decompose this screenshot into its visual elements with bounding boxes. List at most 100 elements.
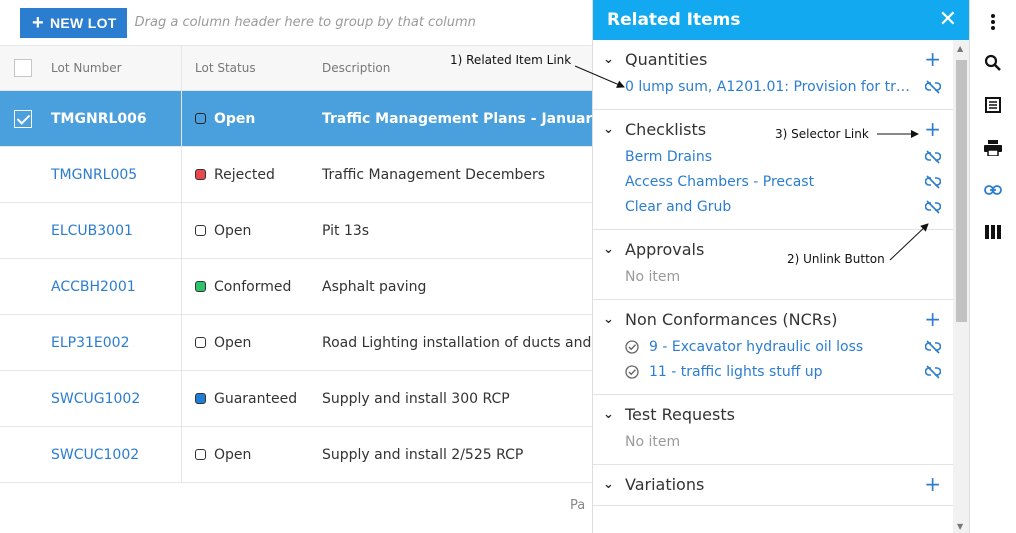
no-item-text: No item bbox=[625, 433, 681, 450]
section-header[interactable]: ⌄ Test Requests bbox=[593, 403, 953, 425]
description-cell: Pit 13s bbox=[322, 222, 370, 239]
table-row[interactable]: TMGNRL006 Open Traffic Management Plans - … bbox=[0, 91, 592, 147]
lot-status-cell: Open bbox=[181, 91, 309, 146]
section-variations: ⌄ Variations + bbox=[593, 465, 953, 506]
add-icon[interactable]: + bbox=[924, 49, 941, 69]
description-cell: Asphalt paving bbox=[322, 278, 427, 295]
status-indicator-icon bbox=[195, 393, 206, 404]
chevron-down-icon[interactable]: ⌄ bbox=[603, 122, 621, 137]
lot-status-cell: Conformed bbox=[181, 259, 309, 314]
status-indicator-icon bbox=[195, 225, 206, 236]
app-root: + NEW LOT Drag a column header here to g… bbox=[0, 0, 1016, 533]
new-lot-button[interactable]: + NEW LOT bbox=[20, 7, 127, 38]
lot-number-link[interactable]: SWCUC1002 bbox=[46, 447, 181, 463]
table-row[interactable]: TMGNRL005 Rejected Traffic Management Dece… bbox=[0, 147, 592, 203]
close-icon[interactable]: ✕ bbox=[939, 9, 957, 31]
lots-grid: Lot Number Lot Status Description TMGNRL… bbox=[0, 46, 592, 483]
lot-number-link[interactable]: TMGNRL006 bbox=[46, 111, 181, 127]
section-header[interactable]: ⌄ Approvals bbox=[593, 238, 953, 260]
chevron-down-icon[interactable]: ⌄ bbox=[603, 242, 621, 257]
unlink-icon[interactable] bbox=[925, 174, 941, 189]
chevron-down-icon[interactable]: ⌄ bbox=[603, 407, 621, 422]
list-view-icon[interactable] bbox=[983, 95, 1003, 115]
add-icon[interactable]: + bbox=[924, 119, 941, 139]
unlink-icon[interactable] bbox=[925, 199, 941, 214]
column-header-lot-number[interactable]: Lot Number bbox=[46, 46, 181, 90]
lot-number-link[interactable]: ACCBH2001 bbox=[46, 279, 181, 295]
list-item: Clear and Grub bbox=[593, 194, 953, 219]
table-row[interactable]: ELP31E002 Open Road Lighting installation … bbox=[0, 315, 592, 371]
related-items-panel: Related Items ✕ ⌄ Quantities +0 lump sum, … bbox=[592, 0, 970, 533]
lot-status-cell: Open bbox=[181, 427, 309, 482]
list-item: 0 lump sum, A1201.01: Provision for traf… bbox=[593, 74, 953, 99]
columns-icon[interactable] bbox=[983, 222, 1003, 242]
section-title: Test Requests bbox=[625, 404, 735, 424]
lot-status-text: Conformed bbox=[214, 278, 292, 295]
unlink-icon[interactable] bbox=[925, 364, 941, 379]
status-indicator-icon bbox=[195, 337, 206, 348]
related-item-link[interactable]: 11 - traffic lights stuff up bbox=[649, 364, 925, 380]
scroll-down-icon[interactable]: ▼ bbox=[957, 522, 963, 531]
lot-status-cell: Open bbox=[181, 315, 309, 370]
scroll-up-icon[interactable]: ▲ bbox=[957, 44, 963, 53]
table-row[interactable]: ACCBH2001 Conformed Asphalt paving bbox=[0, 259, 592, 315]
status-indicator-icon bbox=[195, 169, 206, 180]
add-icon[interactable]: + bbox=[924, 474, 941, 494]
select-all-checkbox[interactable] bbox=[14, 59, 32, 77]
link-icon[interactable] bbox=[983, 180, 1003, 200]
lot-number-link[interactable]: TMGNRL005 bbox=[46, 167, 181, 183]
chevron-down-icon[interactable]: ⌄ bbox=[603, 312, 621, 327]
unlink-icon[interactable] bbox=[925, 339, 941, 354]
lot-number-link[interactable]: ELP31E002 bbox=[46, 335, 181, 351]
lot-number-link[interactable]: SWCUG1002 bbox=[46, 391, 181, 407]
list-item: Berm Drains bbox=[593, 144, 953, 169]
lot-status-text: Open bbox=[214, 110, 256, 127]
lot-status-text: Open bbox=[214, 334, 252, 351]
section-title: Approvals bbox=[625, 239, 705, 259]
description-cell: Traffic Management Plans - January bbox=[322, 110, 592, 127]
column-header-lot-status[interactable]: Lot Status bbox=[181, 46, 309, 90]
check-circle-icon bbox=[625, 339, 639, 354]
related-item-link[interactable]: 0 lump sum, A1201.01: Provision for traf… bbox=[625, 79, 925, 95]
related-item-link[interactable]: 9 - Excavator hydraulic oil loss bbox=[649, 339, 925, 355]
group-by-drop-zone[interactable]: Drag a column header here to group by th… bbox=[135, 15, 476, 30]
scroll-thumb[interactable] bbox=[956, 60, 967, 322]
status-indicator-icon bbox=[195, 449, 206, 460]
annotation-related-item-link: 1) Related Item Link bbox=[450, 53, 572, 67]
section-title: Variations bbox=[625, 474, 705, 494]
description-cell: Supply and install 300 RCP bbox=[322, 390, 510, 407]
section-header[interactable]: ⌄ Checklists + bbox=[593, 118, 953, 140]
status-indicator-icon bbox=[195, 281, 206, 292]
table-row[interactable]: SWCUG1002 Guaranteed Supply and install 30… bbox=[0, 371, 592, 427]
related-item-link[interactable]: Berm Drains bbox=[625, 149, 925, 165]
section-test-requests: ⌄ Test Requests No item bbox=[593, 395, 953, 465]
annotation-unlink-button: 2) Unlink Button bbox=[787, 252, 885, 266]
related-item-link[interactable]: Clear and Grub bbox=[625, 199, 925, 215]
unlink-icon[interactable] bbox=[925, 79, 941, 94]
print-icon[interactable] bbox=[983, 138, 1003, 158]
unlink-icon[interactable] bbox=[925, 149, 941, 164]
section-title: Non Conformances (NCRs) bbox=[625, 309, 838, 329]
add-icon[interactable]: + bbox=[924, 309, 941, 329]
section-header[interactable]: ⌄ Non Conformances (NCRs) + bbox=[593, 308, 953, 330]
section-header[interactable]: ⌄ Quantities + bbox=[593, 48, 953, 70]
table-row[interactable]: ELCUB3001 Open Pit 13s bbox=[0, 203, 592, 259]
description-cell: Supply and install 2/525 RCP bbox=[322, 446, 524, 463]
pager-text: Pa bbox=[570, 498, 586, 513]
section-checklists: ⌄ Checklists + Berm Drains Access Chambers -… bbox=[593, 110, 953, 230]
grid-toolbar: + NEW LOT Drag a column header here to g… bbox=[0, 0, 592, 46]
panel-scrollbar[interactable]: ▲ ▼ bbox=[953, 40, 969, 533]
chevron-down-icon[interactable]: ⌄ bbox=[603, 52, 621, 67]
lot-number-link[interactable]: ELCUB3001 bbox=[46, 223, 181, 239]
section-header[interactable]: ⌄ Variations + bbox=[593, 473, 953, 495]
new-lot-label: NEW LOT bbox=[49, 14, 117, 31]
chevron-down-icon[interactable]: ⌄ bbox=[603, 477, 621, 492]
annotation-selector-link: 3) Selector Link bbox=[775, 127, 869, 141]
grid-body: TMGNRL006 Open Traffic Management Plans - … bbox=[0, 91, 592, 483]
plus-icon: + bbox=[32, 11, 44, 34]
search-icon[interactable] bbox=[983, 53, 1003, 73]
more-vertical-icon[interactable] bbox=[983, 12, 1003, 32]
table-row[interactable]: SWCUC1002 Open Supply and install 2/525 RC… bbox=[0, 427, 592, 483]
row-checkbox[interactable] bbox=[14, 109, 32, 128]
related-item-link[interactable]: Access Chambers - Precast bbox=[625, 174, 925, 190]
